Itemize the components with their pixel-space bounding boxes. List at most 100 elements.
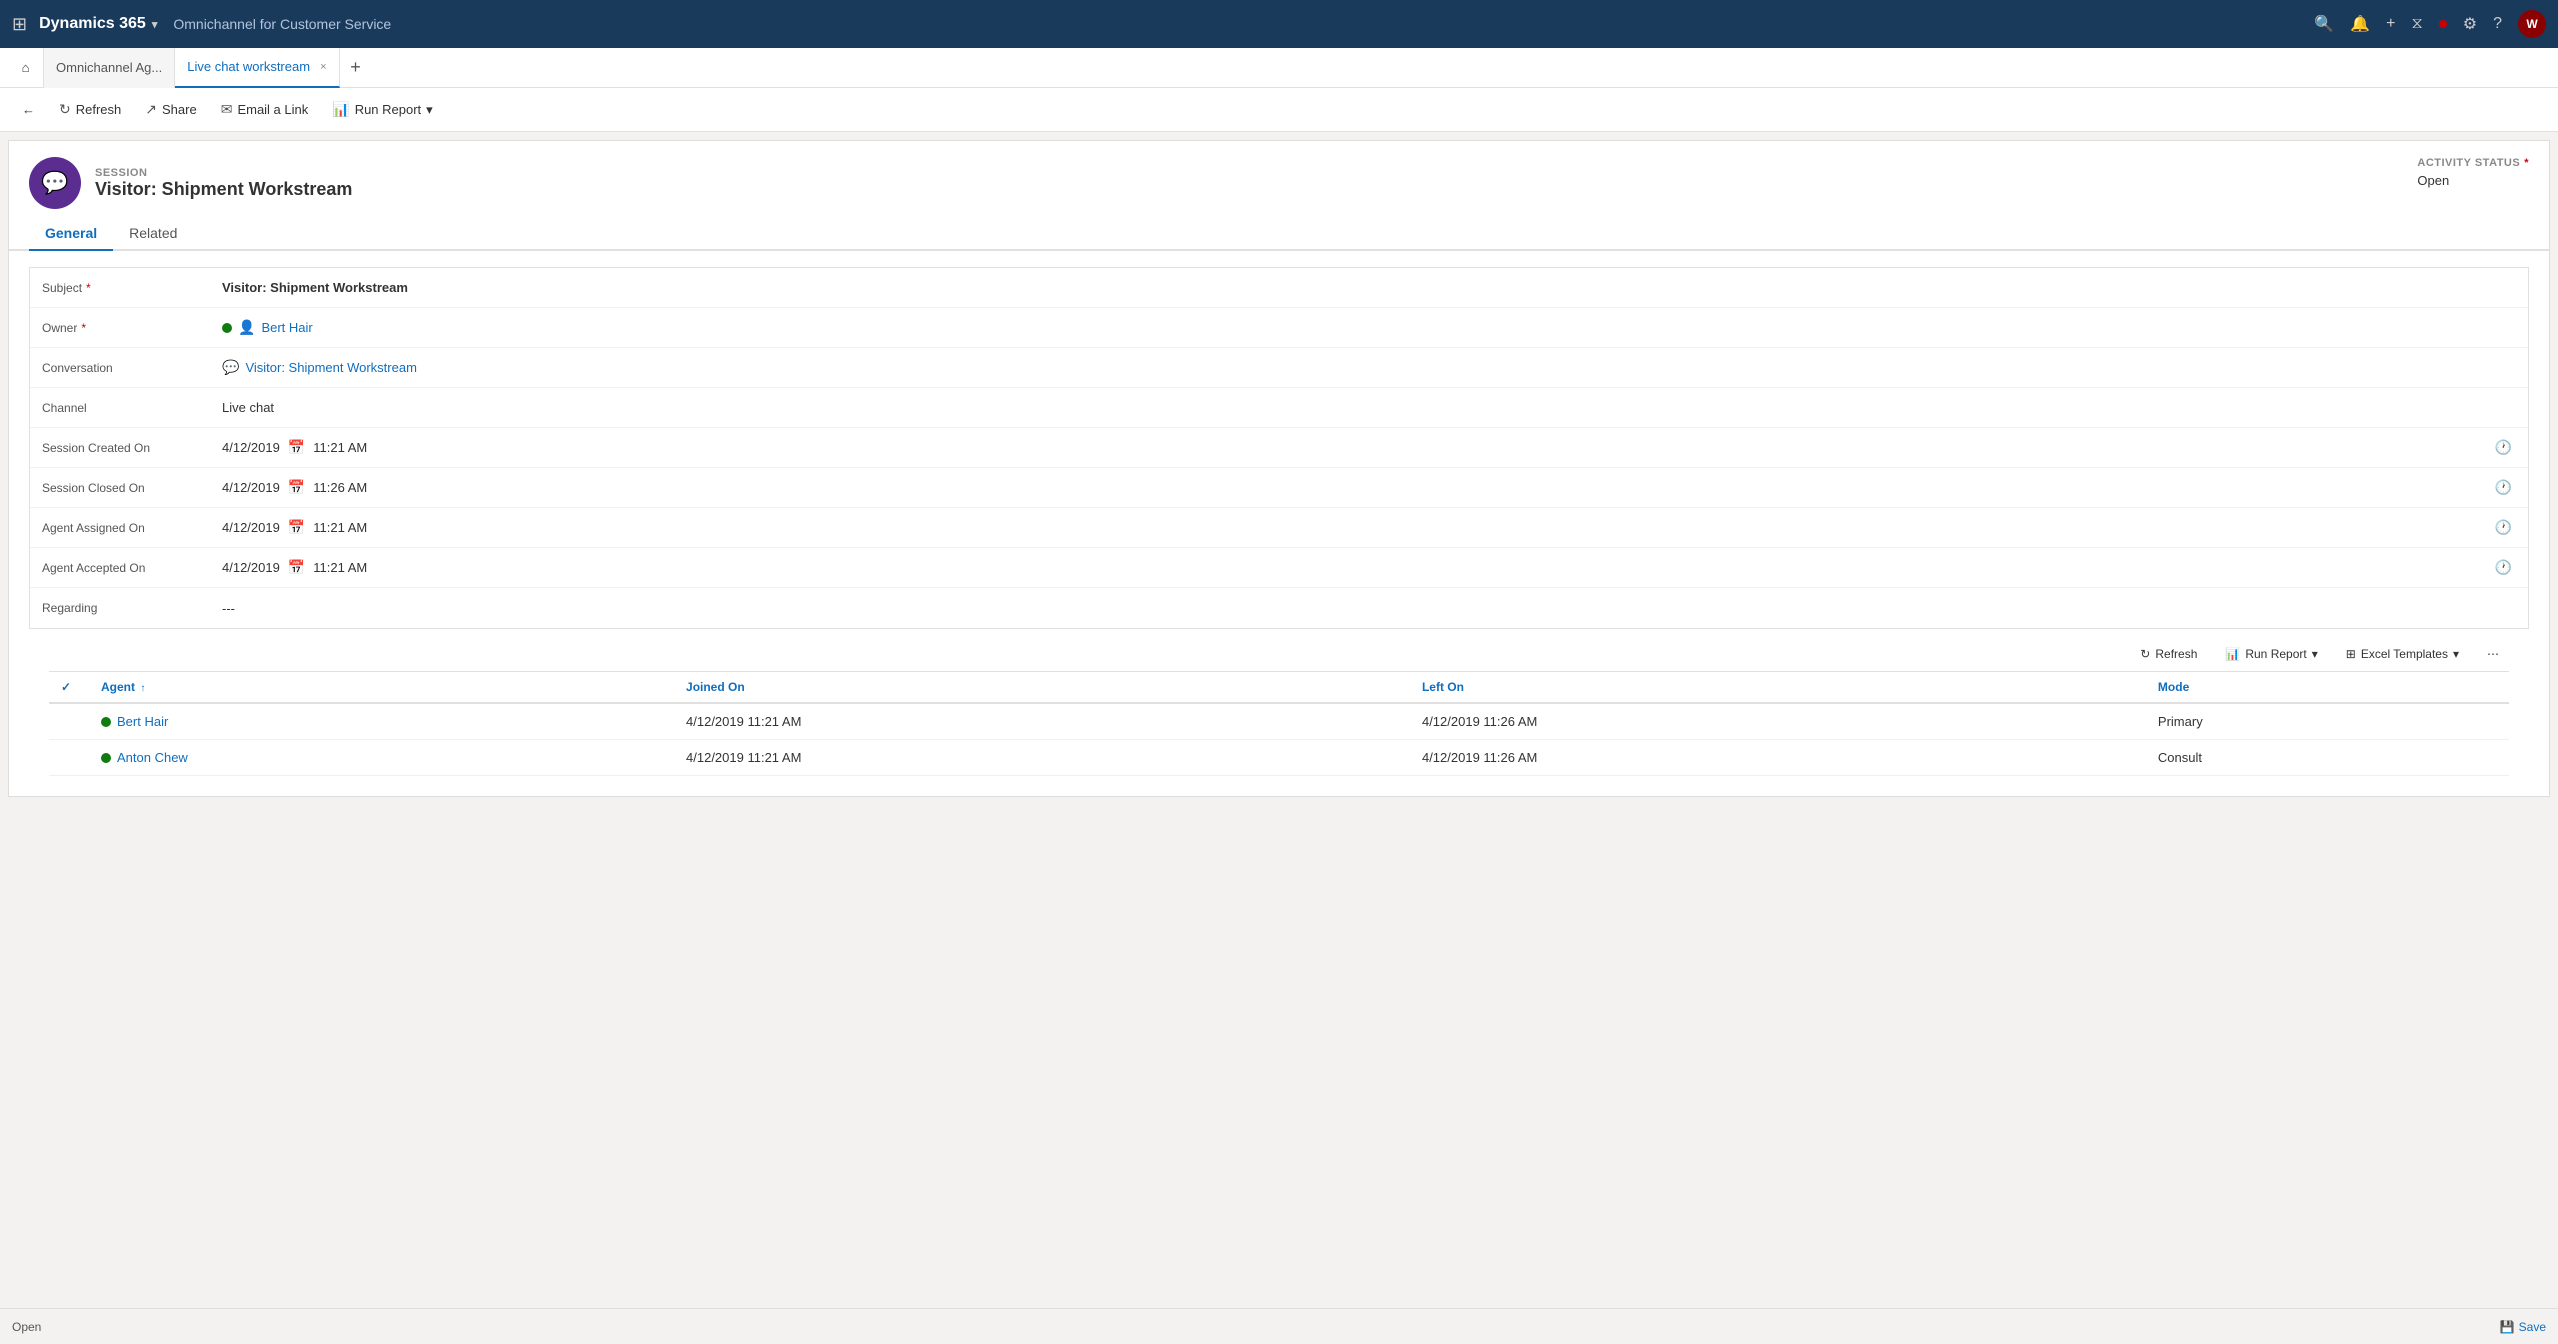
joined-on-column-header[interactable]: Joined On — [674, 672, 1410, 703]
conversation-label: Conversation — [42, 361, 222, 375]
main-content: 💬 SESSION Visitor: Shipment Workstream A… — [8, 140, 2550, 797]
select-all-header[interactable]: ✓ — [49, 672, 89, 703]
subgrid-refresh-label: Refresh — [2155, 647, 2197, 661]
agent-name-link[interactable]: Bert Hair — [101, 714, 662, 729]
add-icon[interactable]: + — [2386, 15, 2395, 33]
conversation-icon: 💬 — [222, 359, 239, 376]
search-icon[interactable]: 🔍 — [2314, 14, 2334, 34]
session-closed-on-row: Session Closed On 4/12/2019 📅 11:26 AM 🕐 — [30, 468, 2528, 508]
session-closed-on-date[interactable]: 4/12/2019 — [222, 480, 280, 495]
filter-icon[interactable]: ⧖ — [2412, 15, 2423, 33]
refresh-label: Refresh — [76, 102, 122, 117]
save-button[interactable]: 💾 Save — [2500, 1320, 2546, 1334]
conversation-value[interactable]: 💬 Visitor: Shipment Workstream — [222, 359, 2516, 376]
share-button[interactable]: ↗ Share — [135, 97, 206, 122]
session-created-on-calendar-icon[interactable]: 📅 — [288, 439, 305, 456]
settings-icon[interactable]: ⚙ — [2463, 14, 2477, 34]
status-indicator — [2439, 20, 2447, 28]
agent-status-icon — [101, 753, 111, 763]
agent-cell: Anton Chew — [89, 740, 674, 776]
session-created-on-row: Session Created On 4/12/2019 📅 11:21 AM … — [30, 428, 2528, 468]
email-link-button[interactable]: ✉ Email a Link — [211, 97, 319, 122]
regarding-row: Regarding --- — [30, 588, 2528, 628]
save-icon: 💾 — [2500, 1320, 2515, 1334]
agent-assigned-on-row: Agent Assigned On 4/12/2019 📅 11:21 AM 🕐 — [30, 508, 2528, 548]
home-tab[interactable]: ⌂ — [8, 48, 44, 88]
run-report-icon: 📊 — [332, 101, 349, 118]
tab-livechat[interactable]: Live chat workstream × — [175, 48, 339, 88]
agent-accepted-on-value: 4/12/2019 📅 11:21 AM 🕐 — [222, 559, 2516, 576]
back-button[interactable]: ← — [12, 98, 45, 121]
session-created-on-clock-icon[interactable]: 🕐 — [2495, 439, 2512, 456]
session-created-on-date[interactable]: 4/12/2019 — [222, 440, 280, 455]
form-content: Subject * Visitor: Shipment Workstream O… — [9, 267, 2549, 796]
activity-status-label: Activity Status * — [2417, 157, 2529, 169]
conversation-link[interactable]: Visitor: Shipment Workstream — [245, 360, 416, 375]
grid-menu-icon[interactable]: ⊞ — [12, 14, 27, 35]
subgrid-run-report-button[interactable]: 📊 Run Report ▾ — [2215, 643, 2327, 665]
agent-accepted-on-time[interactable]: 11:21 AM — [313, 560, 367, 575]
session-closed-on-calendar-icon[interactable]: 📅 — [288, 479, 305, 496]
subgrid-refresh-button[interactable]: ↻ Refresh — [2130, 643, 2207, 665]
tab-omnichannel[interactable]: Omnichannel Ag... — [44, 48, 175, 88]
app-title-chevron-icon[interactable]: ▾ — [152, 18, 158, 31]
save-label: Save — [2519, 1320, 2546, 1334]
owner-link[interactable]: Bert Hair — [261, 320, 312, 335]
subgrid-excel-icon: ⊞ — [2346, 647, 2356, 661]
session-icon: 💬 — [41, 170, 68, 196]
left-on-column-header[interactable]: Left On — [1410, 672, 2146, 703]
bottom-status: Open — [12, 1320, 41, 1334]
owner-person-icon: 👤 — [238, 319, 255, 336]
tab-omnichannel-label: Omnichannel Ag... — [56, 60, 162, 75]
tab-related[interactable]: Related — [113, 217, 193, 251]
mode-column-header[interactable]: Mode — [2146, 672, 2509, 703]
refresh-button[interactable]: ↻ Refresh — [49, 97, 131, 122]
mode-cell: Primary — [2146, 703, 2509, 740]
tab-livechat-close-icon[interactable]: × — [320, 61, 326, 73]
table-header-row: ✓ Agent ↑ Joined On Left On — [49, 672, 2509, 703]
subgrid-run-report-label: Run Report — [2245, 647, 2306, 661]
owner-value[interactable]: 👤 Bert Hair — [222, 319, 2516, 336]
agent-cell: Bert Hair — [89, 703, 674, 740]
row-checkbox[interactable] — [49, 703, 89, 740]
form-tabs: General Related — [9, 217, 2549, 251]
app-subtitle: Omnichannel for Customer Service — [173, 16, 391, 32]
agent-assigned-on-date[interactable]: 4/12/2019 — [222, 520, 280, 535]
session-created-on-label: Session Created On — [42, 441, 222, 455]
agent-column-header[interactable]: Agent ↑ — [89, 672, 674, 703]
session-created-on-time[interactable]: 11:21 AM — [313, 440, 367, 455]
tab-livechat-label: Live chat workstream — [187, 59, 310, 74]
agent-accepted-on-row: Agent Accepted On 4/12/2019 📅 11:21 AM 🕐 — [30, 548, 2528, 588]
tab-general[interactable]: General — [29, 217, 113, 251]
joined-on-cell: 4/12/2019 11:21 AM — [674, 703, 1410, 740]
record-meta: SESSION Visitor: Shipment Workstream — [95, 167, 352, 200]
user-avatar[interactable]: W — [2518, 10, 2546, 38]
help-icon[interactable]: ? — [2493, 15, 2502, 33]
agent-accepted-on-date[interactable]: 4/12/2019 — [222, 560, 280, 575]
agent-accepted-on-clock-icon[interactable]: 🕐 — [2495, 559, 2512, 576]
row-checkbox[interactable] — [49, 740, 89, 776]
notifications-icon[interactable]: 🔔 — [2350, 14, 2370, 34]
subgrid-more-icon: ⋯ — [2487, 647, 2499, 661]
subgrid-run-report-icon: 📊 — [2225, 647, 2240, 661]
subgrid-excel-templates-button[interactable]: ⊞ Excel Templates ▾ — [2336, 643, 2469, 665]
run-report-button[interactable]: 📊 Run Report ▾ — [322, 97, 442, 122]
subject-value[interactable]: Visitor: Shipment Workstream — [222, 280, 2516, 295]
subgrid-refresh-icon: ↻ — [2140, 647, 2150, 661]
owner-status-icon — [222, 323, 232, 333]
subgrid-container: ↻ Refresh 📊 Run Report ▾ ⊞ Excel Templat… — [29, 629, 2529, 796]
session-closed-on-time[interactable]: 11:26 AM — [313, 480, 367, 495]
toolbar: ← ↻ Refresh ↗ Share ✉ Email a Link 📊 Run… — [0, 88, 2558, 132]
agent-accepted-on-label: Agent Accepted On — [42, 561, 222, 575]
subgrid-more-button[interactable]: ⋯ — [2477, 643, 2509, 665]
record-icon: 💬 — [29, 157, 81, 209]
agent-accepted-on-calendar-icon[interactable]: 📅 — [288, 559, 305, 576]
agent-assigned-on-calendar-icon[interactable]: 📅 — [288, 519, 305, 536]
agent-name-link[interactable]: Anton Chew — [101, 750, 662, 765]
agent-assigned-on-clock-icon[interactable]: 🕐 — [2495, 519, 2512, 536]
agent-assigned-on-time[interactable]: 11:21 AM — [313, 520, 367, 535]
add-tab-button[interactable]: + — [340, 48, 372, 88]
left-on-cell: 4/12/2019 11:26 AM — [1410, 703, 2146, 740]
subgrid-excel-chevron-icon: ▾ — [2453, 647, 2459, 661]
session-closed-on-clock-icon[interactable]: 🕐 — [2495, 479, 2512, 496]
